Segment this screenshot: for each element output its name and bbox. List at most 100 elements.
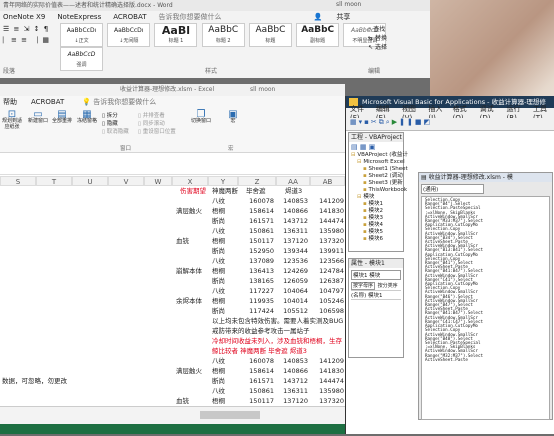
code-editor[interactable]: Selection.Copy Range("B4").Select Selectio… <box>421 196 550 420</box>
tab-help[interactable]: 帮助 <box>3 97 17 107</box>
value-cell-ab[interactable]: 135980 <box>310 386 344 396</box>
run-icon[interactable]: ▶ <box>392 118 399 126</box>
pause-icon[interactable]: ❚❚ <box>399 118 415 126</box>
value-cell-aa[interactable]: 139344 <box>276 246 308 256</box>
cut-icon[interactable]: ✂ <box>371 118 379 126</box>
design-icon[interactable]: ◩ <box>423 118 432 126</box>
fit-to-page-button[interactable]: ⊡ 规划到适应纸张 <box>2 110 22 131</box>
tree-item[interactable]: ▪ Sheet1 (Sheet <box>349 166 408 173</box>
column-header-x[interactable]: X <box>172 176 208 186</box>
style-title[interactable]: AaBbC 标题 <box>248 23 292 47</box>
style-subtitle[interactable]: AaBbC 副标题 <box>296 23 340 47</box>
property-name-row[interactable]: (名称) 模块1 <box>351 290 401 300</box>
column-header-s[interactable]: S <box>0 176 36 186</box>
switch-window-button[interactable]: ❐ 切换窗口 <box>190 110 212 125</box>
tree-item[interactable]: ▪ 模块5 <box>349 229 403 236</box>
value-cell-ab[interactable]: 105246 <box>310 296 344 306</box>
column-header-aa[interactable]: AA <box>276 176 310 186</box>
value-cell-ab[interactable]: 144474 <box>310 216 344 226</box>
column-header-v[interactable]: V <box>108 176 144 186</box>
tree-item[interactable]: ▪ 模块1 <box>349 201 403 208</box>
value-cell-z[interactable]: 160078 <box>240 356 274 366</box>
note-cell[interactable]: 冷却时间收益未列入，涉及血铳和梧桐，生存 <box>212 336 345 346</box>
value-cell-ab[interactable]: 106598 <box>310 306 344 316</box>
sync-scroll-button[interactable]: ▯ 同步滚动 <box>138 120 176 128</box>
value-cell-z[interactable]: 158614 <box>240 366 274 376</box>
gear-cell[interactable]: 梧桐 <box>212 396 225 406</box>
value-cell-aa[interactable]: 137120 <box>276 236 308 246</box>
worksheet-grid[interactable]: S T U V W X Y Z AA AB 伤害期望 神魔两断 毕舍遮 烬道3 八纹 16… <box>0 176 345 435</box>
tab-categorized[interactable]: 按分类序 <box>377 283 399 289</box>
arrange-all-button[interactable]: ▤ 全部重排 <box>52 110 72 125</box>
gear-cell[interactable]: 梧桐 <box>212 206 225 216</box>
tree-item[interactable]: ▪ Sheet3 (更新 <box>349 180 403 187</box>
column-header-z[interactable]: Z <box>238 176 276 186</box>
tree-item[interactable]: ▪ 模块4 <box>349 222 403 229</box>
paragraph-icons[interactable]: ☰ ≡ ⇲ ↕ ¶ <box>3 25 58 33</box>
value-cell-z[interactable]: 136413 <box>240 266 274 276</box>
value-cell-aa[interactable]: 140866 <box>276 366 308 376</box>
header-cell-y[interactable]: 伤害期望 <box>180 186 206 196</box>
tab-onenote[interactable]: OneNote X9 <box>3 13 45 21</box>
align-icons[interactable]: ⎸≡ ≡ ⎹ ▦ <box>3 36 58 45</box>
value-cell-z[interactable]: 150861 <box>240 386 274 396</box>
column-header-ab[interactable]: AB <box>310 176 345 186</box>
column-header-u[interactable]: U <box>72 176 108 186</box>
tree-item[interactable]: ▪ 模块2 <box>349 208 403 215</box>
reset-position-button[interactable]: ▯ 重设窗口位置 <box>138 128 176 136</box>
tell-me-search[interactable]: 💡 告诉我你想要做什么 <box>82 97 156 107</box>
note-cell[interactable]: 以上均未包含特效伤害。需要人着实测及BUG <box>212 316 345 326</box>
value-cell-ab[interactable]: 135980 <box>310 226 344 236</box>
value-cell-ab[interactable]: 137320 <box>310 236 344 246</box>
tree-item[interactable]: ▪ Sheet2 (调动 <box>349 173 403 180</box>
value-cell-aa[interactable]: 105512 <box>276 306 308 316</box>
group-label-cell[interactable]: 余烬本体 <box>176 296 202 306</box>
note-cell[interactable]: 鲸比较者 神魔两断 毕舍遮 烬道3 <box>212 346 345 356</box>
macros-button[interactable]: ▣ 宏 <box>225 110 241 125</box>
gear-cell[interactable]: 断尚 <box>212 276 225 286</box>
freeze-panes-button[interactable]: ▦ 冻结窗格 <box>76 110 98 125</box>
value-cell-ab[interactable]: 124784 <box>310 266 344 276</box>
tree-item[interactable]: ⊟ 模块 <box>349 194 403 201</box>
column-header-w[interactable]: W <box>144 176 172 186</box>
replace-button[interactable]: ⇆ 替换 <box>368 34 387 43</box>
gear-cell[interactable]: 梧桐 <box>212 366 225 376</box>
value-cell-ab[interactable]: 141830 <box>310 366 344 376</box>
value-cell-aa[interactable]: 136311 <box>276 226 308 236</box>
value-cell-z[interactable]: 117424 <box>240 306 274 316</box>
share-button[interactable]: 👤 共享 <box>313 12 362 22</box>
tab-acrobat[interactable]: ACROBAT <box>31 98 64 106</box>
value-cell-aa[interactable]: 143712 <box>276 376 308 386</box>
value-cell-z[interactable]: 117227 <box>240 286 274 296</box>
copy-icon[interactable]: ⧉ <box>379 118 386 126</box>
gear-cell[interactable]: 八纹 <box>212 356 225 366</box>
value-cell-z[interactable]: 119935 <box>240 296 274 306</box>
gear-cell[interactable]: 梧桐 <box>212 236 225 246</box>
gear-cell[interactable]: 梧桐 <box>212 266 225 276</box>
style-no-spacing[interactable]: AaBbCcDı ↓无间隔 <box>107 23 151 47</box>
new-window-button[interactable]: ▭ 新建窗口 <box>28 110 48 125</box>
value-cell-ab[interactable]: 144474 <box>310 376 344 386</box>
tab-acrobat[interactable]: ACROBAT <box>113 13 146 21</box>
gear-cell[interactable]: 八纹 <box>212 226 225 236</box>
style-heading1[interactable]: AaBl 标题 1 <box>154 23 198 47</box>
view-object-icon[interactable]: ▦ <box>360 143 367 151</box>
value-cell-ab[interactable]: 141830 <box>310 206 344 216</box>
style-emphasis[interactable]: AaBbCcD 强调 <box>60 47 103 71</box>
column-header-t[interactable]: T <box>36 176 72 186</box>
value-cell-ab[interactable]: 139911 <box>310 246 344 256</box>
value-cell-aa[interactable]: 136311 <box>276 386 308 396</box>
word-user[interactable]: sll moon <box>336 1 361 8</box>
value-cell-z[interactable]: 150117 <box>240 236 274 246</box>
tree-item[interactable]: ⊟ VBAProject (收益计 <box>349 152 408 159</box>
tree-item[interactable]: ▪ 模块6 <box>349 236 403 243</box>
scroll-thumb[interactable] <box>200 411 260 419</box>
toggle-folders-icon[interactable]: ▣ <box>369 143 376 151</box>
value-cell-ab[interactable]: 141209 <box>310 356 344 366</box>
header-cell-ab[interactable]: 烬道3 <box>285 186 302 196</box>
properties-object-select[interactable]: 模块1 模块 <box>351 270 401 280</box>
gear-cell[interactable]: 八纹 <box>212 196 225 206</box>
tell-me-search[interactable]: 告诉我你想要做什么 <box>158 12 221 22</box>
note-cell[interactable]: 戒防带来的收益参考攻击一属站子 <box>212 326 345 336</box>
header-cell-aa[interactable]: 毕舍遮 <box>246 186 266 196</box>
